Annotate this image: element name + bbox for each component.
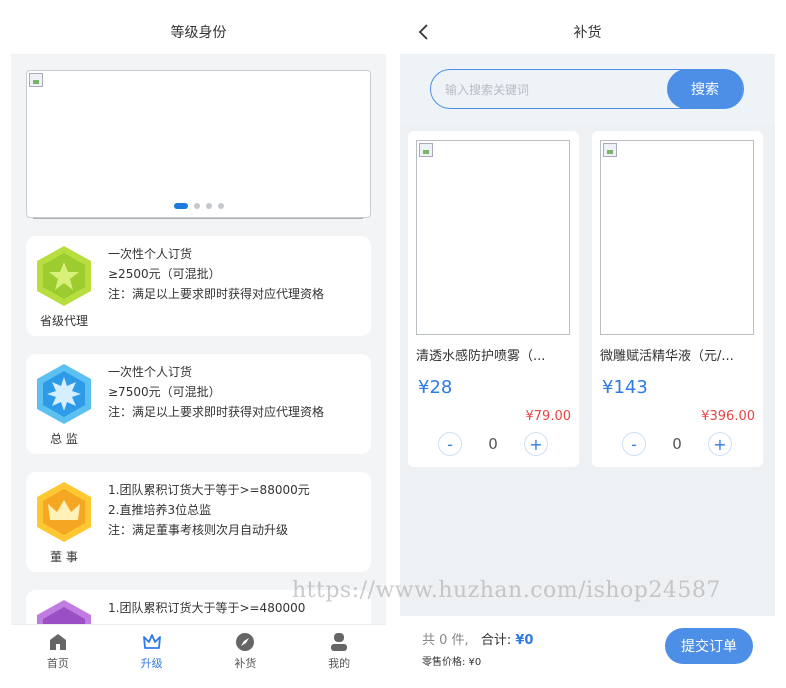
level-name: 总 监 bbox=[50, 432, 78, 446]
broken-image-icon bbox=[29, 73, 43, 87]
cart-item-count: 共 0 件, bbox=[422, 633, 469, 648]
search-box: 搜索 bbox=[430, 69, 744, 109]
carousel-dot-active[interactable] bbox=[173, 203, 188, 209]
banner-carousel[interactable] bbox=[26, 70, 371, 218]
carousel-dot[interactable] bbox=[193, 203, 200, 209]
level-card-board-director[interactable]: 董 事 1.团队累积订货大于等于>=88000元 2.直推培养3位总监 注：满足… bbox=[26, 472, 371, 572]
level-requirements: 1.团队累积订货大于等于>=88000元 2.直推培养3位总监 注：满足董事考核… bbox=[108, 480, 365, 540]
star-icon bbox=[37, 246, 91, 306]
level-requirement-line: 2.直推培养3位总监 bbox=[108, 503, 212, 517]
tab-label: 我的 bbox=[328, 657, 351, 670]
search-bar: 搜索 bbox=[400, 54, 775, 126]
tab-label: 首页 bbox=[46, 657, 69, 670]
tab-profile[interactable]: 我的 bbox=[292, 625, 386, 678]
back-arrow-icon[interactable] bbox=[414, 22, 434, 42]
product-name[interactable]: 微雕赋活精华液（元/... bbox=[600, 345, 755, 364]
product-original-price: ¥396.00 bbox=[701, 409, 755, 424]
level-requirement-line: 一次性个人订货 bbox=[108, 365, 193, 379]
tab-label: 升级 bbox=[140, 657, 163, 670]
level-name: 省级代理 bbox=[39, 314, 88, 328]
user-icon bbox=[331, 633, 348, 651]
product-original-price: ¥79.00 bbox=[525, 409, 572, 424]
page-title: 补货 bbox=[573, 25, 602, 41]
search-button[interactable]: 搜索 bbox=[667, 69, 743, 109]
page-title: 等级身份 bbox=[11, 10, 386, 54]
cart-summary-bar: 共 0 件, 合计: ¥0 零售价格: ¥0 提交订单 bbox=[400, 616, 775, 678]
home-icon bbox=[49, 634, 66, 650]
level-requirement-note: 注：满足董事考核则次月自动升级 bbox=[108, 523, 289, 537]
product-image[interactable] bbox=[600, 140, 754, 335]
retail-price: 零售价格: ¥0 bbox=[422, 657, 482, 668]
level-name: 董 事 bbox=[50, 550, 78, 564]
broken-image-icon bbox=[603, 143, 617, 157]
tab-home[interactable]: 首页 bbox=[11, 625, 105, 678]
level-card-director[interactable]: 总 监 一次性个人订货 ≥7500元（可混批） 注：满足以上要求即时获得对应代理… bbox=[26, 354, 371, 454]
tab-replenish[interactable]: 补货 bbox=[199, 625, 293, 678]
product-name[interactable]: 清透水感防护喷雾（... bbox=[416, 345, 571, 364]
quantity-stepper: - 0 + bbox=[622, 431, 732, 457]
increase-button[interactable]: + bbox=[523, 432, 548, 456]
level-requirement-line: 1.团队累积订货大于等于>=88000元 bbox=[108, 483, 310, 497]
level-card-provincial-agent[interactable]: 省级代理 一次性个人订货 ≥2500元（可混批） 注：满足以上要求即时获得对应代… bbox=[26, 236, 371, 336]
level-requirement-line: ≥2500元（可混批） bbox=[108, 267, 221, 281]
product-image[interactable] bbox=[416, 140, 570, 335]
compass-icon bbox=[236, 633, 255, 651]
cart-total-label: 合计: bbox=[480, 633, 512, 648]
cart-summary: 共 0 件, 合计: ¥0 bbox=[422, 629, 533, 648]
product-price: ¥143 bbox=[602, 377, 648, 398]
tab-upgrade[interactable]: 升级 bbox=[105, 625, 199, 678]
level-requirements: 一次性个人订货 ≥7500元（可混批） 注：满足以上要求即时获得对应代理资格 bbox=[108, 362, 365, 422]
level-requirement-line: 一次性个人订货 bbox=[108, 247, 193, 261]
crown-icon bbox=[142, 634, 161, 649]
submit-order-button[interactable]: 提交订单 bbox=[665, 628, 753, 664]
level-requirement-note: 注：满足以上要求即时获得对应代理资格 bbox=[108, 287, 325, 301]
carousel-dot[interactable] bbox=[205, 203, 212, 209]
level-requirement-line: ≥7500元（可混批） bbox=[108, 385, 221, 399]
carousel-dots bbox=[27, 203, 370, 209]
bottom-tab-bar: 首页 升级 补货 我的 bbox=[11, 624, 386, 678]
product-price: ¥28 bbox=[418, 377, 453, 398]
search-input[interactable] bbox=[445, 79, 645, 101]
sun-icon bbox=[37, 364, 91, 424]
quantity-stepper: - 0 + bbox=[438, 431, 548, 457]
decrease-button[interactable]: - bbox=[622, 432, 646, 456]
crown-icon bbox=[37, 482, 91, 542]
level-requirements: 一次性个人订货 ≥2500元（可混批） 注：满足以上要求即时获得对应代理资格 bbox=[108, 244, 365, 304]
broken-image-icon bbox=[419, 143, 433, 157]
decrease-button[interactable]: - bbox=[438, 432, 462, 456]
increase-button[interactable]: + bbox=[707, 432, 732, 456]
product-card[interactable]: 清透水感防护喷雾（... ¥28 ¥79.00 - 0 + bbox=[408, 131, 579, 467]
divider bbox=[33, 218, 363, 219]
level-requirement-note: 注：满足以上要求即时获得对应代理资格 bbox=[108, 405, 325, 419]
cart-total-value: ¥0 bbox=[515, 633, 534, 648]
quantity-value: 0 bbox=[488, 435, 498, 453]
tab-label: 补货 bbox=[234, 657, 257, 670]
quantity-value: 0 bbox=[672, 435, 682, 453]
product-card[interactable]: 微雕赋活精华液（元/... ¥143 ¥396.00 - 0 + bbox=[592, 131, 763, 467]
page-header: 补货 bbox=[400, 10, 775, 54]
carousel-dot[interactable] bbox=[217, 203, 224, 209]
watermark-text: https://www.huzhan.com/ishop24587 bbox=[292, 578, 721, 603]
